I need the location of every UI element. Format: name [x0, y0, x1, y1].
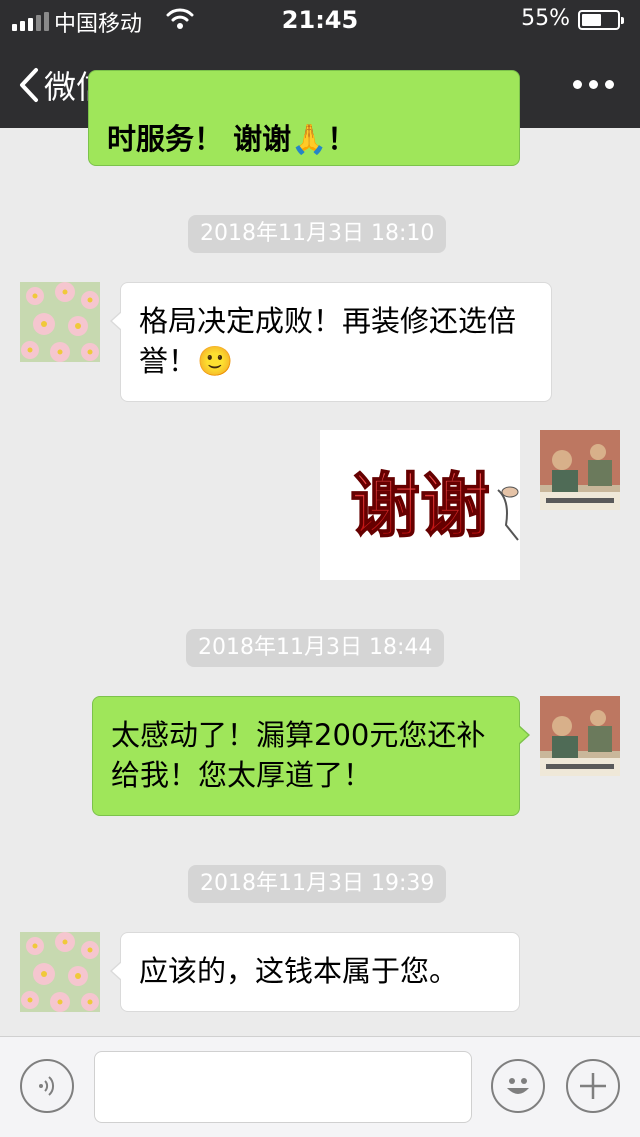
avatar[interactable] [20, 282, 100, 362]
battery-fill [582, 14, 601, 26]
flower-avatar-image [20, 282, 100, 362]
more-icon[interactable] [573, 80, 614, 89]
voice-icon [39, 1076, 55, 1096]
timestamp: 2018年11月3日 18:44 [186, 629, 445, 667]
input-bar [0, 1036, 640, 1137]
poster-avatar-image [540, 696, 620, 776]
message-bubble: 时服务！ 谢谢🙏！ [88, 70, 520, 166]
message-bubble: 太感动了！漏算200元您还补给我！您太厚道了！ [92, 696, 530, 816]
status-bar: 中国移动 21:45 55% [0, 0, 640, 40]
emoji-button[interactable] [491, 1059, 545, 1113]
emoji-icon [507, 1078, 529, 1094]
message-bubble: 格局决定成败！再装修还选倍誉！🙂 [110, 282, 552, 402]
message-bubble: 应该的，这钱本属于您。 [110, 932, 520, 1012]
flower-avatar-image [20, 932, 100, 1012]
poster-avatar-image [540, 430, 620, 510]
self-avatar[interactable] [540, 430, 620, 510]
thanks-image-text: 谢谢 [350, 465, 490, 547]
thanks-image-message[interactable]: 谢谢 [320, 430, 520, 580]
self-avatar[interactable] [540, 696, 620, 776]
timestamp: 2018年11月3日 18:10 [188, 215, 447, 253]
battery-percent: 55% [521, 6, 570, 31]
message-input[interactable] [94, 1051, 472, 1123]
plus-button[interactable] [566, 1059, 620, 1113]
voice-button[interactable] [20, 1059, 74, 1113]
thanks-image: 谢谢 [349, 464, 519, 548]
plus-icon [580, 1073, 606, 1099]
timestamp: 2018年11月3日 19:39 [188, 865, 447, 903]
battery-icon [578, 10, 624, 30]
avatar[interactable] [20, 932, 100, 1012]
